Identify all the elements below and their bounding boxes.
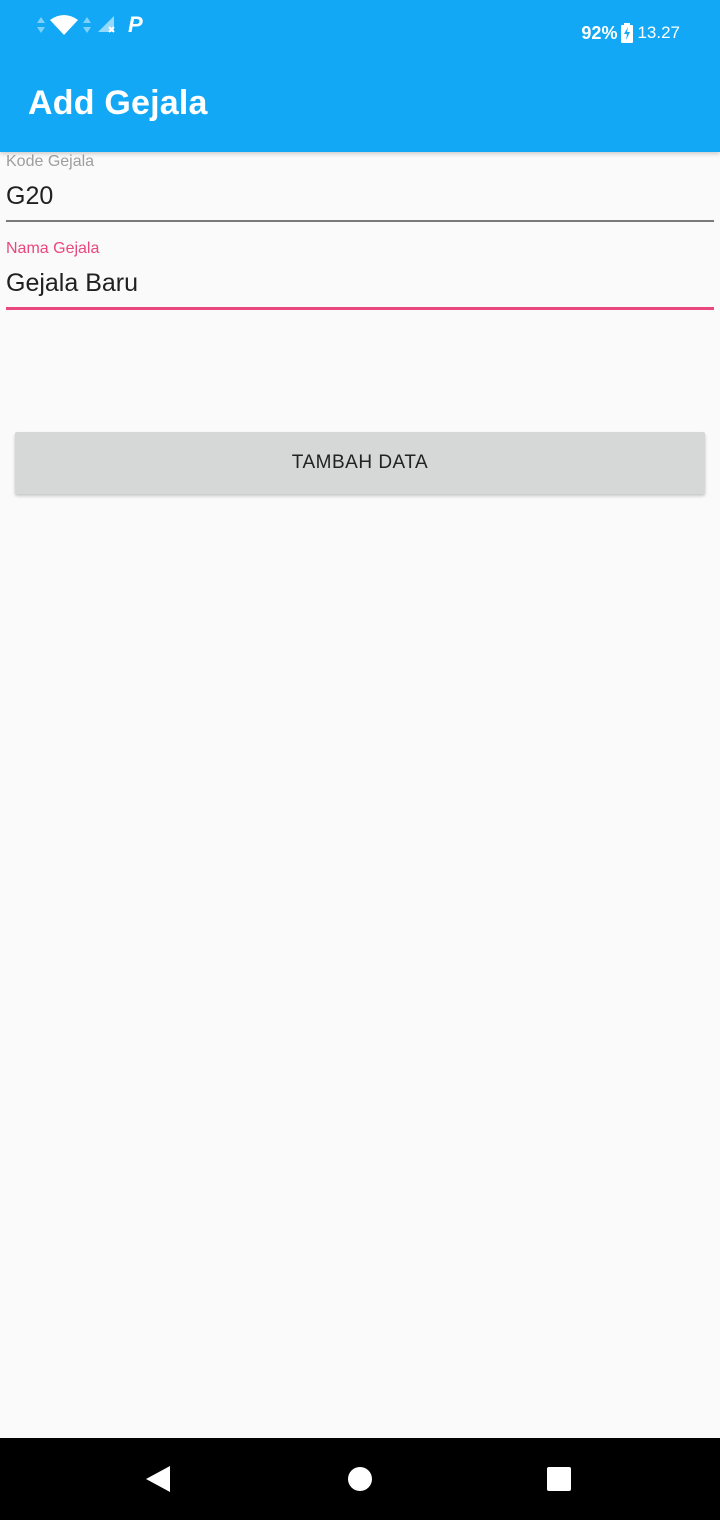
parking-app-icon: P	[128, 12, 143, 37]
wifi-icon	[50, 15, 78, 35]
battery-percent: 92%	[581, 22, 618, 43]
navigation-bar	[0, 1438, 720, 1520]
home-icon	[348, 1467, 372, 1491]
signal-no-sim-icon	[98, 16, 115, 33]
app-bar: P 92% 13.27 Add Gejala	[0, 0, 720, 152]
data-arrows-icon	[37, 17, 45, 33]
recents-icon	[547, 1467, 571, 1491]
tambah-data-button[interactable]: TAMBAH DATA	[15, 432, 705, 494]
battery-charging-icon	[621, 23, 634, 43]
data-arrows-icon	[83, 17, 91, 33]
status-bar-left: P	[36, 12, 143, 38]
back-icon	[146, 1466, 170, 1492]
kode-gejala-field[interactable]: Kode Gejala G20	[6, 152, 714, 222]
nama-gejala-label: Nama Gejala	[6, 240, 100, 257]
kode-gejala-label: Kode Gejala	[6, 153, 95, 170]
nama-gejala-input[interactable]: Gejala Baru	[6, 259, 714, 310]
kode-gejala-input[interactable]: G20	[6, 172, 714, 222]
status-bar-right: 92% 13.27	[581, 20, 680, 46]
nama-gejala-field[interactable]: Nama Gejala Gejala Baru	[6, 239, 714, 310]
clock: 13.27	[637, 23, 680, 42]
page-title: Add Gejala	[28, 84, 208, 122]
back-button[interactable]	[140, 1461, 176, 1497]
recents-button[interactable]	[541, 1461, 577, 1497]
home-button[interactable]	[342, 1461, 378, 1497]
